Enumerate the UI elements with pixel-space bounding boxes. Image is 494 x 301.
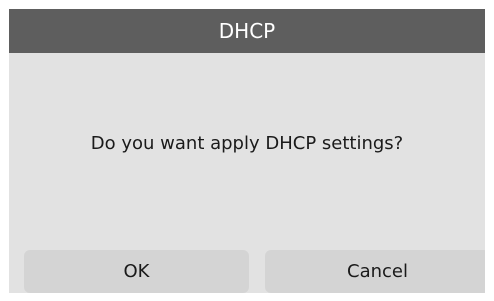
ok-button[interactable]: OK	[24, 250, 249, 293]
dialog-title: DHCP	[9, 9, 485, 53]
cancel-button[interactable]: Cancel	[265, 250, 485, 293]
dhcp-confirm-dialog: DHCP Do you want apply DHCP settings? OK…	[9, 9, 485, 293]
dialog-message: Do you want apply DHCP settings?	[90, 133, 404, 154]
